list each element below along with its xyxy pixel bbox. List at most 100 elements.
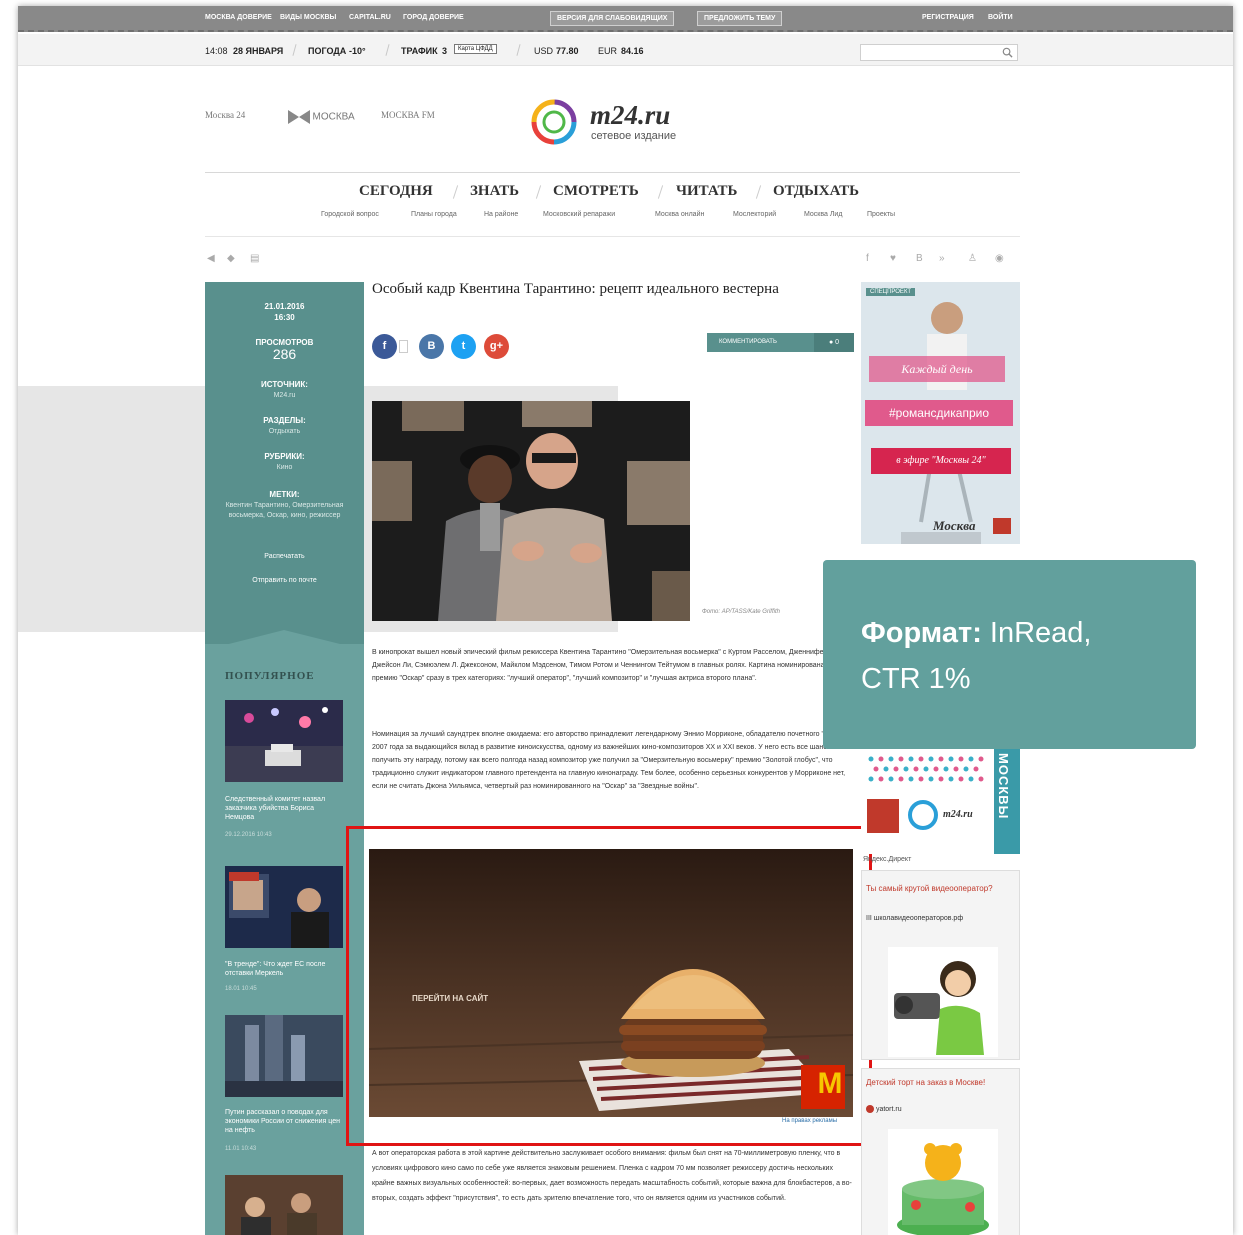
moskva-fm-logo[interactable]: МОСКВА FM [381,110,435,120]
comment-count: ● 0 [814,333,854,352]
tags-value[interactable]: Квентин Тарантино, Омерзительная восьмер… [226,502,344,519]
search-icon[interactable] [1002,47,1013,58]
vk-icon[interactable]: B [916,253,923,264]
weather-label[interactable]: ПОГОДА [308,46,346,56]
traffic-map-link[interactable]: Карта ЦФДД [454,44,497,54]
subnav-item[interactable]: Городской вопрос [321,211,379,218]
pocket-icon[interactable]: ◉ [995,253,1004,264]
subnav-item[interactable]: Планы города [411,211,457,218]
nav-watch[interactable]: СМОТРЕТЬ [553,183,639,200]
partner-logo-text: m24.ru [943,809,973,820]
format-callout: Формат: InRead, CTR 1% [823,560,1196,749]
popular-thumb[interactable] [225,700,343,782]
subnav-item[interactable]: Московский репаражи [543,211,615,218]
moskva-channel-logo[interactable]: МОСКВА [288,110,355,124]
site-name[interactable]: m24.ru [590,100,670,131]
google-share-button[interactable]: g+ [484,334,509,359]
text-ad[interactable]: Ты самый крутой видеооператор? III школа… [861,870,1020,1060]
vk-share-button[interactable]: В [419,334,444,359]
m24-logo-icon[interactable] [530,98,578,146]
subnav-item[interactable]: Москва онлайн [655,211,704,218]
top-link[interactable]: ВИДЫ МОСКВЫ [280,14,336,21]
top-link[interactable]: ГОРОД ДОВЕРИЕ [403,14,464,21]
nav-read[interactable]: ЧИТАТЬ [676,183,737,200]
ad-illustration [888,947,998,1057]
tags-label: МЕТКИ: [269,490,300,499]
popular-heading: ПОПУЛЯРНОЕ [225,670,315,682]
cake-illustration [888,1129,998,1235]
yandex-direct-label[interactable]: Яндекс.Директ [863,856,911,863]
comment-button[interactable]: КОММЕНТИРОВАТЬ ● 0 [707,333,854,352]
popular-thumb[interactable] [225,1175,343,1235]
twitter-icon[interactable]: ♥ [890,253,896,264]
rubrics-label: РУБРИКИ: [264,452,305,461]
subnav-item[interactable]: Москва Лид [804,211,842,218]
text-ad-url[interactable]: III школавидеооператоров.рф [866,915,1016,922]
register-link[interactable]: РЕГИСТРАЦИЯ [922,14,974,21]
nav-know[interactable]: ЗНАТЬ [470,183,519,200]
weather-value: -10° [349,46,366,56]
article-meta-sidebar: 21.01.2016 16:30 ПРОСМОТРОВ 286 ИСТОЧНИК… [205,282,364,1235]
source-value[interactable]: M24.ru [274,392,296,399]
print-icon[interactable]: ▤ [250,253,259,264]
popular-date: 18.01 10:45 [225,986,257,992]
usd-label: USD [534,46,554,56]
popular-thumb[interactable] [225,1015,343,1097]
current-time: 14:08 [205,46,228,56]
current-date: 28 ЯНВАРЯ [233,46,284,56]
rubrics-value[interactable]: Кино [277,464,293,471]
twitter-share-button[interactable]: t [451,334,476,359]
article-paragraph: Номинация за лучший саундтрек вполне ожи… [372,731,851,790]
views-count: 286 [272,346,297,362]
promo-line: в эфире "Москвы 24" [871,448,1011,474]
popular-caption[interactable]: Следственный комитет назвал заказчика уб… [225,795,345,822]
text-ad[interactable]: Детский торт на заказ в Москве! yatort.r… [861,1068,1020,1235]
popular-thumb[interactable] [225,866,343,948]
top-link[interactable]: CAPITAL.RU [349,14,391,21]
article-photo[interactable] [372,401,690,621]
info-bar: 14:08 28 ЯНВАРЯ ПОГОДА -10° ТРАФИК 3 Кар… [18,34,1233,66]
nav-today[interactable]: СЕГОДНЯ [359,183,433,200]
text-ad-title[interactable]: Ты самый крутой видеооператор? [866,883,1016,894]
subnav-item[interactable]: Проекты [867,211,895,218]
eur-label: EUR [598,46,618,56]
divider [205,172,1020,173]
print-link[interactable]: Распечатать [205,552,364,562]
promo-line: Каждый день [869,356,1005,382]
popular-caption[interactable]: Путин рассказал о поводах для экономики … [225,1108,345,1135]
rss-icon[interactable]: » [939,253,945,264]
search-input[interactable] [860,44,1018,61]
popular-date: 11.01 10:43 [225,1146,257,1152]
promo-brand: Москва [933,518,976,533]
photo-credit: Фото: AP/TASS/Kate Griffith [702,609,780,615]
sections-label: РАЗДЕЛЫ: [263,416,306,425]
divider [205,236,1020,237]
facebook-share-button[interactable]: f [372,334,397,359]
facebook-icon[interactable]: f [866,253,869,264]
font-size-icon[interactable]: ◀ [207,253,215,264]
top-link[interactable]: МОСКВА ДОВЕРИЕ [205,14,272,21]
android-icon[interactable]: ♙ [968,253,977,264]
moskva24-logo[interactable]: Москва 24 [205,110,245,120]
suggest-topic-button[interactable]: ПРЕДЛОЖИТЬ ТЕМУ [697,11,783,26]
text-ad-url[interactable]: yatort.ru [866,1105,1016,1113]
favicon-icon [866,1105,874,1113]
article-paragraph: А вот операторская работа в этой картине… [372,1150,852,1202]
bookmark-icon[interactable]: ◆ [227,253,235,264]
email-link[interactable]: Отправить по почте [205,576,364,586]
popular-date: 29.12.2016 10:43 [225,832,272,838]
promo-hashtag: #романсдикаприо [865,400,1013,426]
accessibility-button[interactable]: ВЕРСИЯ ДЛЯ СЛАБОВИДЯЩИХ [550,11,675,26]
subnav-item[interactable]: Мослекторий [733,211,776,218]
nav-relax[interactable]: ОТДЫХАТЬ [773,183,859,200]
special-project-banner[interactable]: СПЕЦПРОЕКТ Каждый день #романсдикаприо в… [861,282,1020,544]
inread-highlight-frame [346,826,872,1146]
traffic-label[interactable]: ТРАФИК [401,46,438,56]
vertical-brand-text: МОСКВЫ [996,753,1011,820]
text-ad-title[interactable]: Детский торт на заказ в Москве! [866,1077,1016,1088]
subnav-item[interactable]: На районе [484,211,518,218]
sections-value[interactable]: Отдыхать [269,428,301,435]
partner-banner[interactable]: МОСКВЫ m24.ru [861,749,1020,854]
popular-caption[interactable]: "В тренде": Что ждет ЕС после отставки М… [225,960,345,978]
login-link[interactable]: ВОЙТИ [988,14,1013,21]
